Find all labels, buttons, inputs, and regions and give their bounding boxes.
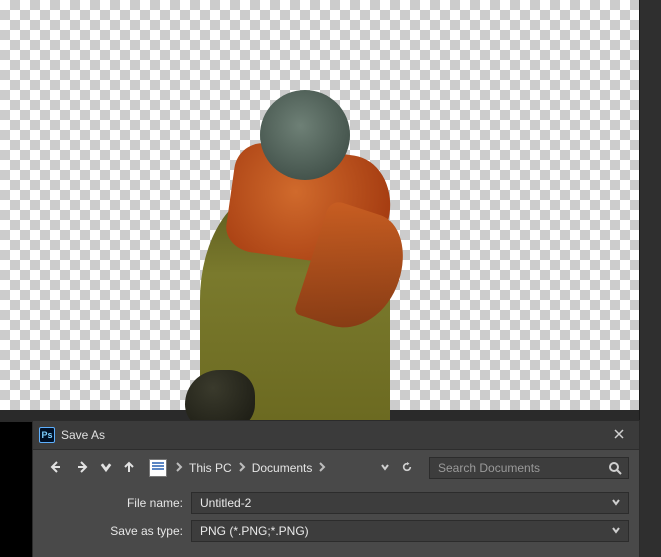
chevron-down-icon xyxy=(380,461,390,475)
nav-back-button[interactable] xyxy=(43,456,67,480)
chevron-right-icon xyxy=(175,461,183,475)
refresh-icon xyxy=(402,461,412,475)
breadcrumb-item[interactable]: Documents xyxy=(252,461,313,475)
dialog-titlebar: Ps Save As xyxy=(33,421,639,450)
breadcrumb-dropdown[interactable] xyxy=(375,457,395,479)
savetype-label: Save as type: xyxy=(43,524,183,538)
search-input[interactable] xyxy=(436,460,608,476)
filename-label: File name: xyxy=(43,496,183,510)
canvas-frame xyxy=(0,0,661,422)
arrow-up-icon xyxy=(122,460,136,477)
chevron-right-icon xyxy=(318,461,326,475)
savetype-dropdown[interactable] xyxy=(608,524,624,538)
close-button[interactable] xyxy=(599,421,639,449)
nav-up-button[interactable] xyxy=(117,456,141,480)
nav-recent-button[interactable] xyxy=(99,456,113,480)
search-box[interactable] xyxy=(429,457,629,479)
right-panel-strip xyxy=(639,0,661,557)
close-icon xyxy=(614,428,624,442)
filename-dropdown[interactable] xyxy=(608,496,624,510)
filename-field[interactable]: Untitled-2 xyxy=(191,492,629,514)
filename-value: Untitled-2 xyxy=(200,496,608,510)
dialog-title: Save As xyxy=(61,428,599,442)
location-folder-icon xyxy=(149,459,167,477)
arrow-right-icon xyxy=(76,460,90,477)
nav-forward-button[interactable] xyxy=(71,456,95,480)
savetype-value: PNG (*.PNG;*.PNG) xyxy=(200,524,608,538)
breadcrumb-trailing xyxy=(330,457,417,479)
refresh-button[interactable] xyxy=(397,457,417,479)
chevron-down-icon xyxy=(99,460,113,477)
image-subject xyxy=(190,80,410,420)
chevron-down-icon xyxy=(611,496,621,510)
filename-row: File name: Untitled-2 xyxy=(43,492,629,514)
search-icon xyxy=(608,461,622,475)
photoshop-app-icon: Ps xyxy=(39,427,55,443)
chevron-down-icon xyxy=(611,524,621,538)
nav-row: This PC Documents xyxy=(33,450,639,482)
savetype-row: Save as type: PNG (*.PNG;*.PNG) xyxy=(43,520,629,542)
arrow-left-icon xyxy=(48,460,62,477)
transparency-canvas xyxy=(0,0,640,410)
breadcrumb[interactable]: This PC Documents xyxy=(189,461,326,475)
breadcrumb-item[interactable]: This PC xyxy=(189,461,232,475)
save-as-dialog: Ps Save As This PC Documents xyxy=(32,420,640,557)
savetype-field[interactable]: PNG (*.PNG;*.PNG) xyxy=(191,520,629,542)
chevron-right-icon xyxy=(238,461,246,475)
form-area: File name: Untitled-2 Save as type: PNG … xyxy=(33,482,639,542)
